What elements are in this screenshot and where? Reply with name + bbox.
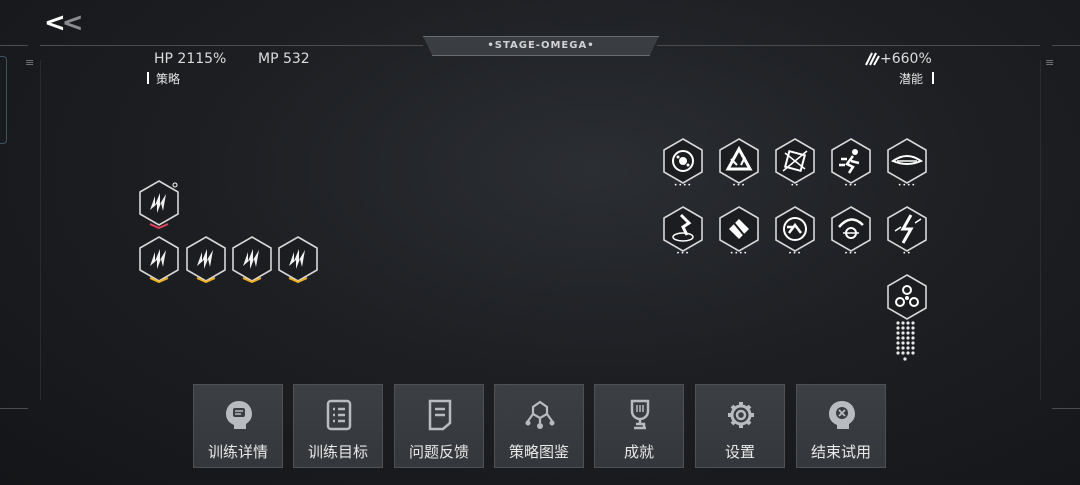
button-label: 训练详情 [207,443,268,461]
level-dots: ••• [844,250,858,257]
right-menu-icon[interactable]: ≡ [1045,57,1054,68]
rank-mark-red [149,223,169,229]
back-icon: < [44,8,66,38]
level-dots: •••• [897,182,917,189]
potential-shatter[interactable]: •• [773,137,817,189]
potential-triple-core[interactable] [885,273,929,321]
strategy-label: 策略 [156,72,181,86]
bonus-stat: +660% [864,51,932,67]
button-label: 成就 [623,443,654,461]
training-goals-button[interactable]: 训练目标 [293,384,383,468]
right-label-bar [932,72,934,84]
potential-triangle-arrow[interactable]: ••• [717,137,761,189]
button-label: 结束试用 [810,443,871,461]
level-dots: •• [790,182,800,189]
training-details-button[interactable]: 训练详情 [193,384,283,468]
back-icon-shadow: < [61,8,84,38]
stack-dots [896,321,915,361]
end-trial-button[interactable]: 结束试用 [796,384,886,468]
level-dots: ••• [788,250,802,257]
achievements-button[interactable]: 成就 [594,384,684,468]
rank-mark-gold [242,277,262,283]
checklist-icon [326,399,352,431]
button-label: 策略图鉴 [508,443,569,461]
level-dots: ••• [676,250,690,257]
potential-label: 潜能 [899,72,924,86]
potential-orb[interactable]: •••• [661,137,705,189]
level-dots: •••• [673,182,693,189]
rank-mark-gold [149,277,169,283]
strategy-codex-button[interactable]: 策略图鉴 [494,384,584,468]
rank-mark-gold [288,277,308,283]
level-dots: •••• [729,250,749,257]
strategy-icon-top[interactable] [137,179,181,229]
button-label: 设置 [724,443,755,461]
left-menu-icon[interactable]: ≡ [25,57,34,68]
back-button[interactable]: << [44,8,92,38]
mp-stat: MP 532 [258,51,310,67]
settings-button[interactable]: 设置 [695,384,785,468]
button-label: 训练目标 [307,443,368,461]
trophy-icon [630,399,650,430]
stage-title: •STAGE-OMEGA• [423,36,659,56]
head-chat-icon [226,401,252,429]
potential-ground-strike[interactable]: ••• [661,205,705,257]
gear-icon [728,402,754,428]
left-label-bar [147,72,149,84]
potential-spin-sprint[interactable]: ••• [773,205,817,257]
strategy-icon-2[interactable] [184,235,228,283]
bonus-value: +660% [880,51,932,67]
strategy-node-icon [525,400,555,429]
left-edge-tab [0,56,7,144]
potential-crescent-eye[interactable]: ••• [829,205,873,257]
potential-dash-runner[interactable]: ••• [829,137,873,189]
level-dots: ••• [844,182,858,189]
rank-mark-gold [196,277,216,283]
potential-diamond-slash[interactable]: •••• [717,205,761,257]
potential-spark-burst[interactable]: •• [885,205,929,257]
slash-claw-icon [865,52,880,66]
hp-stat: HP 2115% [154,51,227,67]
feedback-document-icon [428,399,452,431]
strategy-icon-3[interactable] [230,235,274,283]
potential-speed-wave[interactable]: •••• [885,137,929,189]
button-label: 问题反馈 [408,443,469,461]
head-exit-icon [829,401,855,429]
strategy-icon-4[interactable] [276,235,320,283]
level-dots: ••• [732,182,746,189]
strategy-icon-1[interactable] [137,235,181,283]
level-dots: •• [902,250,912,257]
feedback-button[interactable]: 问题反馈 [394,384,484,468]
